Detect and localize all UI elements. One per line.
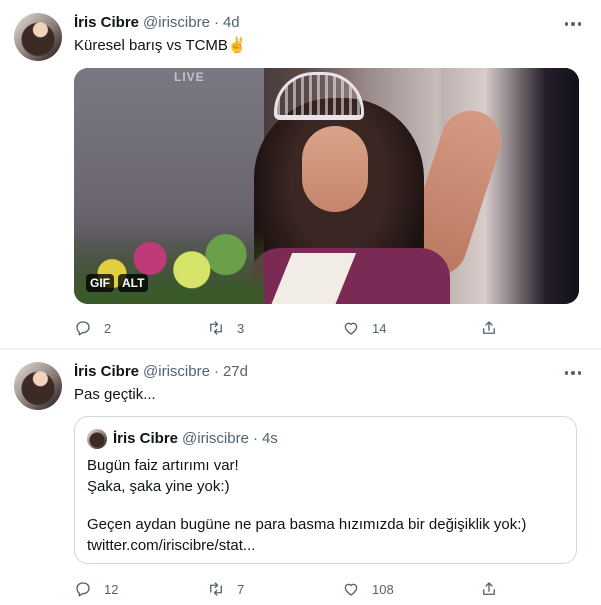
tweet-text: Pas geçtik...: [74, 386, 156, 403]
retweet-button[interactable]: 7: [207, 580, 244, 598]
alt-badge[interactable]: ALT: [118, 274, 149, 292]
share-icon: [483, 582, 495, 595]
separator-dot: ·: [213, 363, 219, 380]
retweet-count: 3: [237, 320, 245, 336]
like-button[interactable]: 108: [342, 580, 394, 598]
media-overlay-text: LIVE: [174, 70, 205, 84]
reply-button[interactable]: 2: [74, 319, 111, 337]
like-count: 14: [372, 320, 387, 336]
quoted-tweet-header: İris Cibre @iriscibre · 4s: [113, 430, 278, 447]
more-options-icon[interactable]: [564, 365, 581, 381]
retweet-button[interactable]: 3: [207, 319, 244, 337]
reply-icon: [76, 321, 90, 336]
author-handle[interactable]: @iriscibre: [143, 14, 210, 31]
quoted-author-name: İris Cibre: [113, 430, 179, 447]
author-handle[interactable]: @iriscibre: [143, 363, 210, 380]
heart-icon: [344, 322, 358, 335]
quoted-author-handle: @iriscibre: [182, 430, 249, 447]
quoted-link[interactable]: twitter.com/iriscibre/stat...: [87, 536, 255, 556]
quoted-text-line: Şaka, şaka yine yok:): [87, 478, 230, 495]
author-name[interactable]: İris Cibre: [74, 363, 139, 380]
separator-dot: ·: [252, 430, 258, 447]
media-badges: GIF ALT: [86, 274, 149, 292]
share-button[interactable]: [480, 580, 498, 598]
reply-button[interactable]: 12: [74, 580, 118, 598]
quoted-tweet[interactable]: İris Cibre @iriscibre · 4s Bugün faiz ar…: [74, 416, 577, 564]
quoted-avatar: [87, 429, 107, 449]
more-options-icon[interactable]: [564, 16, 581, 32]
tweet-text: Küresel barış vs TCMB✌️: [74, 37, 247, 54]
gif-badge: GIF: [86, 274, 114, 292]
reply-count: 12: [104, 581, 119, 597]
tweet-media-gif[interactable]: LIVE GIF ALT: [74, 68, 579, 304]
quoted-timestamp: 4s: [261, 430, 278, 447]
avatar[interactable]: [14, 13, 62, 61]
retweet-count: 7: [237, 581, 245, 597]
tweet-header: İris Cibre @iriscibre · 4d: [74, 14, 240, 31]
tweet-timestamp[interactable]: 27d: [223, 363, 248, 380]
quoted-text-line: Geçen aydan bugüne ne para basma hızımız…: [87, 516, 527, 533]
reply-icon: [76, 582, 90, 597]
tweet-actions: 2 3 14: [74, 316, 504, 340]
tweet-header: İris Cibre @iriscibre · 27d: [74, 363, 248, 380]
share-icon: [483, 321, 495, 334]
tweet[interactable]: İris Cibre @iriscibre · 27d Pas geçtik..…: [0, 350, 601, 605]
author-name[interactable]: İris Cibre: [74, 14, 139, 31]
heart-icon: [344, 583, 358, 596]
retweet-icon: [210, 321, 222, 335]
share-button[interactable]: [480, 319, 498, 337]
tweet-actions: 12 7 108: [74, 577, 504, 601]
separator-dot: ·: [213, 14, 219, 31]
like-button[interactable]: 14: [342, 319, 386, 337]
quoted-text-line: Bugün faiz artırımı var!: [87, 457, 239, 474]
reply-count: 2: [104, 320, 112, 336]
tweet[interactable]: İris Cibre @iriscibre · 4d Küresel barış…: [0, 0, 601, 348]
avatar[interactable]: [14, 362, 62, 410]
retweet-icon: [210, 582, 222, 596]
like-count: 108: [372, 581, 394, 597]
tweet-timestamp[interactable]: 4d: [223, 14, 240, 31]
